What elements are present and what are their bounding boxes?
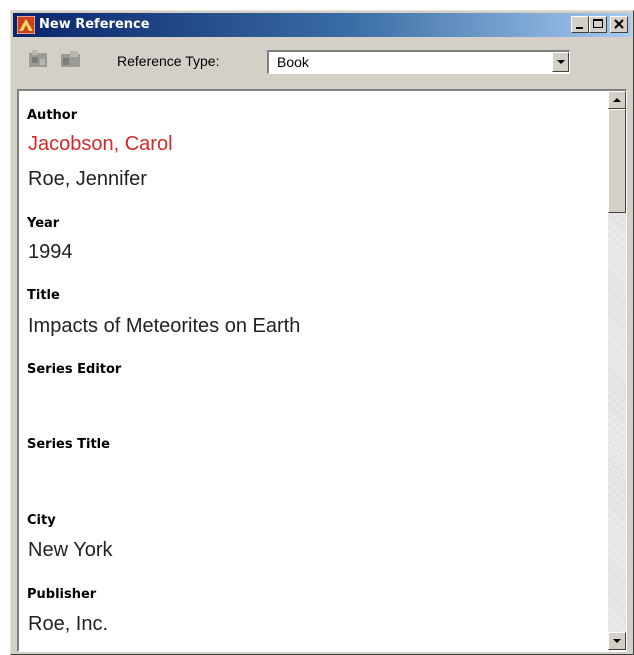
insert-object-button[interactable] bbox=[57, 44, 84, 73]
field-label-title: Title bbox=[27, 288, 60, 303]
insert-object-icon bbox=[61, 51, 80, 67]
chevron-down-icon bbox=[557, 60, 565, 64]
reference-type-select[interactable]: Book bbox=[267, 50, 570, 74]
scrollbar-thumb[interactable] bbox=[608, 109, 626, 213]
series-title-field[interactable] bbox=[28, 463, 588, 489]
minimize-button[interactable] bbox=[571, 16, 589, 33]
series-editor-field[interactable] bbox=[28, 387, 588, 413]
insert-picture-button[interactable] bbox=[25, 44, 52, 73]
title-bar[interactable]: New Reference bbox=[13, 13, 631, 37]
field-label-publisher: Publisher bbox=[27, 587, 97, 602]
author-value-2[interactable]: Roe, Jennifer bbox=[28, 168, 147, 191]
maximize-button[interactable] bbox=[589, 16, 607, 33]
insert-picture-icon bbox=[29, 50, 47, 67]
field-label-author: Author bbox=[27, 108, 78, 123]
reference-type-dropdown-button[interactable] bbox=[552, 52, 569, 72]
scroll-up-button[interactable] bbox=[608, 91, 626, 109]
reference-type-value: Book bbox=[277, 54, 309, 70]
publisher-value[interactable]: Roe, Inc. bbox=[28, 613, 108, 636]
scroll-down-button[interactable] bbox=[608, 632, 626, 650]
title-value[interactable]: Impacts of Meteorites on Earth bbox=[28, 315, 300, 338]
vertical-scrollbar[interactable] bbox=[608, 91, 626, 650]
chevron-up-icon bbox=[613, 98, 621, 102]
field-label-year: Year bbox=[27, 216, 60, 231]
city-value[interactable]: New York bbox=[28, 539, 113, 562]
field-label-series-editor: Series Editor bbox=[27, 362, 122, 377]
author-value-1[interactable]: Jacobson, Carol bbox=[28, 133, 173, 156]
field-label-series-title: Series Title bbox=[27, 437, 110, 452]
window-title: New Reference bbox=[39, 17, 150, 32]
close-icon bbox=[614, 19, 624, 29]
endnote-app-icon bbox=[16, 15, 36, 35]
toolbar: Reference Type: Book bbox=[13, 39, 631, 87]
reference-fields-panel: Author Jacobson, Carol Roe, Jennifer Yea… bbox=[17, 89, 627, 652]
minimize-icon bbox=[576, 27, 583, 29]
field-label-city: City bbox=[27, 513, 56, 528]
chevron-down-icon bbox=[613, 639, 621, 643]
new-reference-window: New Reference Reference Type: Book Autho… bbox=[10, 10, 634, 655]
maximize-icon bbox=[593, 19, 603, 28]
year-value[interactable]: 1994 bbox=[28, 241, 73, 264]
reference-type-label: Reference Type: bbox=[117, 53, 220, 69]
close-button[interactable] bbox=[610, 16, 628, 33]
